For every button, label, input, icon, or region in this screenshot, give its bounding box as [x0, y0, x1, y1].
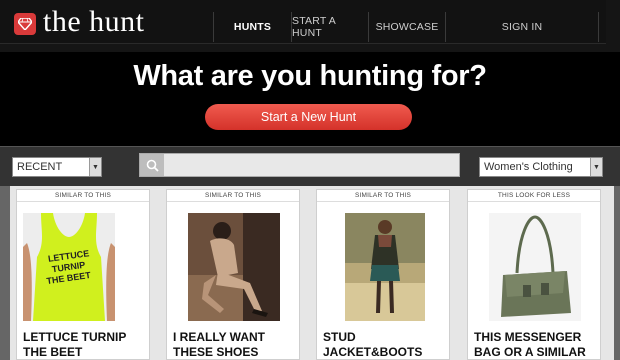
card-title[interactable]: STUD JACKET&BOOTS: [323, 330, 449, 360]
sort-select[interactable]: RECENT ▼: [12, 157, 102, 177]
top-bar: the hunt HUNTS START A HUNT SHOWCASE SIG…: [0, 0, 620, 52]
shoes-photo-image[interactable]: [188, 213, 280, 321]
card-title[interactable]: LETTUCE TURNIP THE BEET: [23, 330, 149, 360]
search-input[interactable]: [139, 153, 460, 177]
chevron-down-icon: ▼: [590, 158, 602, 176]
brand-logo[interactable]: the hunt: [43, 5, 145, 39]
filter-bar: RECENT ▼ Women's Clothing ▼: [0, 146, 620, 186]
hero-title: What are you hunting for?: [133, 60, 487, 92]
category-select[interactable]: Women's Clothing ▼: [479, 157, 603, 177]
hunt-card[interactable]: SIMILAR TO THIS I REALLY WANT THESE SHOE…: [166, 189, 300, 360]
header: the hunt HUNTS START A HUNT SHOWCASE SIG…: [0, 0, 606, 44]
hunt-card[interactable]: THIS LOOK FOR LESS THIS MESSENGER BAG OR…: [467, 189, 601, 360]
card-tag: THIS LOOK FOR LESS: [468, 190, 600, 202]
card-tag: SIMILAR TO THIS: [317, 190, 449, 202]
card-tag: SIMILAR TO THIS: [167, 190, 299, 202]
nav-hunts[interactable]: HUNTS: [213, 12, 291, 42]
card-title[interactable]: I REALLY WANT THESE SHOES: [173, 330, 299, 360]
card-title[interactable]: THIS MESSENGER BAG OR A SIMILAR ONE: [474, 330, 600, 360]
jacket-boots-photo-image[interactable]: [345, 213, 425, 321]
start-new-hunt-button[interactable]: Start a New Hunt: [205, 104, 412, 130]
diamond-icon[interactable]: [14, 13, 36, 35]
hunt-card[interactable]: SIMILAR TO THIS LETTUCE TURNIP THE BEET …: [16, 189, 150, 360]
nav-start-a-hunt[interactable]: START A HUNT: [291, 12, 368, 42]
tank-top-image[interactable]: LETTUCE TURNIP THE BEET: [23, 213, 115, 321]
hunt-card[interactable]: SIMILAR TO THIS STUD JACKET&BOOTS: [316, 189, 450, 360]
card-tag: SIMILAR TO THIS: [17, 190, 149, 202]
category-select-value: Women's Clothing: [484, 161, 573, 173]
nav-showcase[interactable]: SHOWCASE: [368, 12, 445, 42]
messenger-bag-image[interactable]: [489, 213, 581, 321]
hunt-grid: SIMILAR TO THIS LETTUCE TURNIP THE BEET …: [10, 186, 614, 360]
chevron-down-icon: ▼: [89, 158, 101, 176]
search-icon[interactable]: [140, 154, 164, 176]
sort-select-value: RECENT: [17, 161, 63, 173]
hunt-grid-area: SIMILAR TO THIS LETTUCE TURNIP THE BEET …: [0, 186, 620, 360]
main-nav: HUNTS START A HUNT SHOWCASE SIGN IN: [213, 12, 599, 42]
nav-sign-in[interactable]: SIGN IN: [445, 12, 599, 42]
